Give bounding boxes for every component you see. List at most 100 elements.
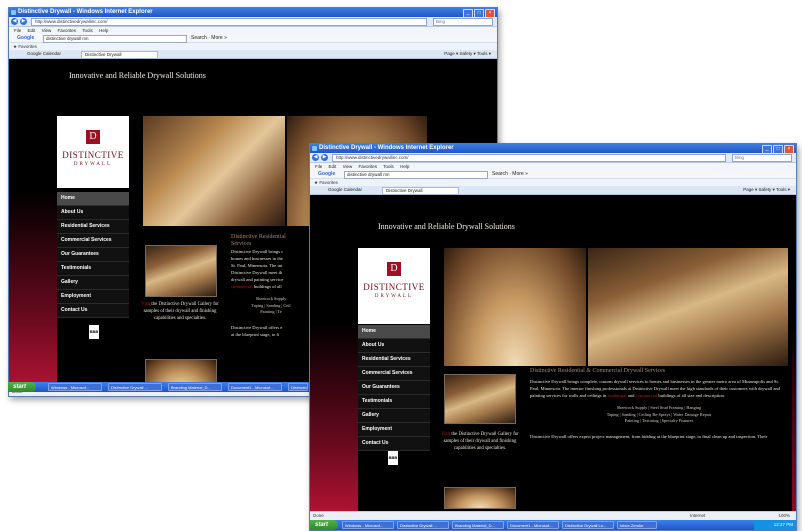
taskbar-item[interactable]: Windows - Microsof...	[342, 521, 394, 529]
page-gradient-right	[792, 195, 796, 512]
favorites-bar: ★ Favorites	[9, 43, 497, 50]
nav-about-us[interactable]: About Us	[358, 339, 430, 353]
nav-our-guarantees[interactable]: Our Guarantees	[358, 381, 430, 395]
site-nav: Home About Us Residential Services Comme…	[358, 325, 430, 451]
taskbar-item[interactable]: Document1 - Microsof...	[228, 383, 282, 391]
menu-file[interactable]: File	[315, 164, 322, 169]
nav-employment[interactable]: Employment	[358, 423, 430, 437]
commercial-link[interactable]: commercial	[636, 393, 658, 398]
menu-edit[interactable]: Edit	[329, 164, 337, 169]
content-heading: Distinctive Residential & Commercial Dry…	[530, 368, 666, 374]
site-tagline: Innovative and Reliable Drywall Solution…	[69, 71, 206, 80]
gallery-thumbnail[interactable]	[444, 374, 516, 424]
menu-bar: File Edit View Favorites Tools Help	[9, 27, 497, 34]
favorites-label[interactable]: Favorites	[319, 180, 338, 185]
google-toolbar: Google distinctive drywall mn Search · M…	[9, 34, 497, 43]
nav-gallery[interactable]: Gallery	[57, 276, 129, 290]
menu-help[interactable]: Help	[400, 164, 409, 169]
google-logo: Google	[318, 171, 336, 177]
project-paragraph: Distinctive Drywall offers e at the blue…	[231, 324, 283, 337]
taskbar-item[interactable]: Document1 - Microsof...	[507, 521, 559, 529]
menu-view[interactable]: View	[42, 28, 52, 33]
nav-testimonials[interactable]: Testimonials	[358, 395, 430, 409]
forward-button[interactable]: ▶	[20, 18, 27, 25]
address-input[interactable]: http://www.distinctivedrywallinc.com/	[332, 154, 726, 162]
menu-edit[interactable]: Edit	[28, 28, 36, 33]
menu-favorites[interactable]: Favorites	[58, 28, 77, 33]
menu-file[interactable]: File	[14, 28, 21, 33]
main-content: Distinctive Residential & Commercial Dry…	[530, 368, 788, 440]
residential-link[interactable]: residential	[607, 393, 626, 398]
nav-commercial-services[interactable]: Commercial Services	[358, 367, 430, 381]
taskbar-item[interactable]: Distinctive Drywall Lo...	[288, 383, 308, 391]
taskbar-item[interactable]: Distinctive Drywall ...	[108, 383, 162, 391]
nav-commercial-services[interactable]: Commercial Services	[57, 234, 129, 248]
back-button[interactable]: ◀	[312, 154, 319, 161]
search-input[interactable]: Bing	[732, 154, 792, 162]
status-text: Done	[313, 513, 324, 518]
google-search-input[interactable]: distinctive drywall mn	[43, 35, 187, 43]
favorites-star-icon[interactable]: ★	[13, 44, 17, 49]
gallery-thumbnail[interactable]	[145, 245, 217, 297]
favorites-bar: ★ Favorites	[310, 179, 796, 186]
window-title: Distinctive Drywall - Windows Internet E…	[18, 9, 153, 15]
gallery-thumbnail-2[interactable]	[444, 487, 516, 509]
gallery-promo: Visit the Distinctive Drywall Gallery fo…	[441, 432, 519, 451]
nav-residential-services[interactable]: Residential Services	[57, 220, 129, 234]
command-bar[interactable]: Page ▾ Safety ▾ Tools ▾	[444, 50, 491, 58]
services-list: Sheetrock Supply | Steel Stud Framing | …	[606, 405, 712, 423]
google-search-button[interactable]: Search · More »	[191, 34, 227, 42]
menu-favorites[interactable]: Favorites	[359, 164, 378, 169]
nav-home[interactable]: Home	[57, 192, 129, 206]
nav-residential-services[interactable]: Residential Services	[358, 353, 430, 367]
taskbar-item[interactable]: Branding Material_D...	[452, 521, 504, 529]
taskbar-item[interactable]: Inbox Zeroke	[617, 521, 657, 529]
tab-distinctive-drywall[interactable]: Distinctive Drywall	[382, 187, 459, 195]
taskbar-item[interactable]: Branding Material_D...	[168, 383, 222, 391]
nav-our-guarantees[interactable]: Our Guarantees	[57, 248, 129, 262]
nav-contact-us[interactable]: Contact Us	[57, 304, 129, 318]
google-search-input[interactable]: distinctive drywall mn	[344, 171, 488, 179]
address-input[interactable]: http://www.distinctivedrywallinc.com/	[31, 18, 427, 26]
menu-help[interactable]: Help	[99, 28, 108, 33]
content-heading: Distinctive Residential Services	[231, 234, 286, 247]
nav-employment[interactable]: Employment	[57, 290, 129, 304]
google-search-button[interactable]: Search · More »	[492, 170, 528, 178]
tab-google-calendar[interactable]: Google Calendar	[27, 50, 61, 58]
search-input[interactable]: Bing	[433, 18, 493, 26]
gallery-promo: Visit the Distinctive Drywall Gallery fo…	[141, 302, 219, 321]
menu-view[interactable]: View	[343, 164, 353, 169]
hero-photo-living-room	[143, 116, 285, 226]
start-button[interactable]: start	[8, 382, 36, 392]
favorites-star-icon[interactable]: ★	[314, 180, 318, 185]
bbb-badge[interactable]: BBB	[89, 325, 99, 339]
intro-paragraph: Distinctive Drywall brings complete, cus…	[530, 379, 780, 398]
bbb-badge[interactable]: BBB	[388, 451, 398, 465]
site-logo[interactable]: D DISTINCTIVE DRYWALL	[358, 248, 430, 324]
nav-testimonials[interactable]: Testimonials	[57, 262, 129, 276]
status-bar: Done Internet 100%	[310, 511, 796, 520]
commercial-link[interactable]: commercial	[231, 284, 253, 289]
nav-about-us[interactable]: About Us	[57, 206, 129, 220]
tab-distinctive-drywall[interactable]: Distinctive Drywall	[81, 51, 158, 59]
nav-contact-us[interactable]: Contact Us	[358, 437, 430, 451]
command-bar[interactable]: Page ▾ Safety ▾ Tools ▾	[743, 186, 790, 194]
window-title: Distinctive Drywall - Windows Internet E…	[319, 145, 454, 151]
taskbar-item[interactable]: Distinctive Drywall ...	[397, 521, 449, 529]
back-button[interactable]: ◀	[11, 18, 18, 25]
forward-button[interactable]: ▶	[321, 154, 328, 161]
page-gradient	[310, 195, 358, 512]
site-logo[interactable]: D DISTINCTIVE DRYWALL	[57, 116, 129, 188]
tab-google-calendar[interactable]: Google Calendar	[328, 186, 362, 194]
taskbar-item[interactable]: Windows - Microsof...	[48, 383, 102, 391]
nav-home[interactable]: Home	[358, 325, 430, 339]
tab-bar: Google Calendar Distinctive Drywall Page…	[9, 50, 497, 59]
favorites-label[interactable]: Favorites	[18, 44, 37, 49]
google-toolbar: Google distinctive drywall mn Search · M…	[310, 170, 796, 179]
menu-tools[interactable]: Tools	[383, 164, 394, 169]
services-list: Sheetrock Supply Taping | Sanding | Ceil…	[251, 296, 291, 314]
nav-gallery[interactable]: Gallery	[358, 409, 430, 423]
menu-tools[interactable]: Tools	[82, 28, 93, 33]
taskbar-item[interactable]: Distinctive Drywall Lo...	[562, 521, 614, 529]
zoom-level[interactable]: 100%	[778, 512, 790, 520]
